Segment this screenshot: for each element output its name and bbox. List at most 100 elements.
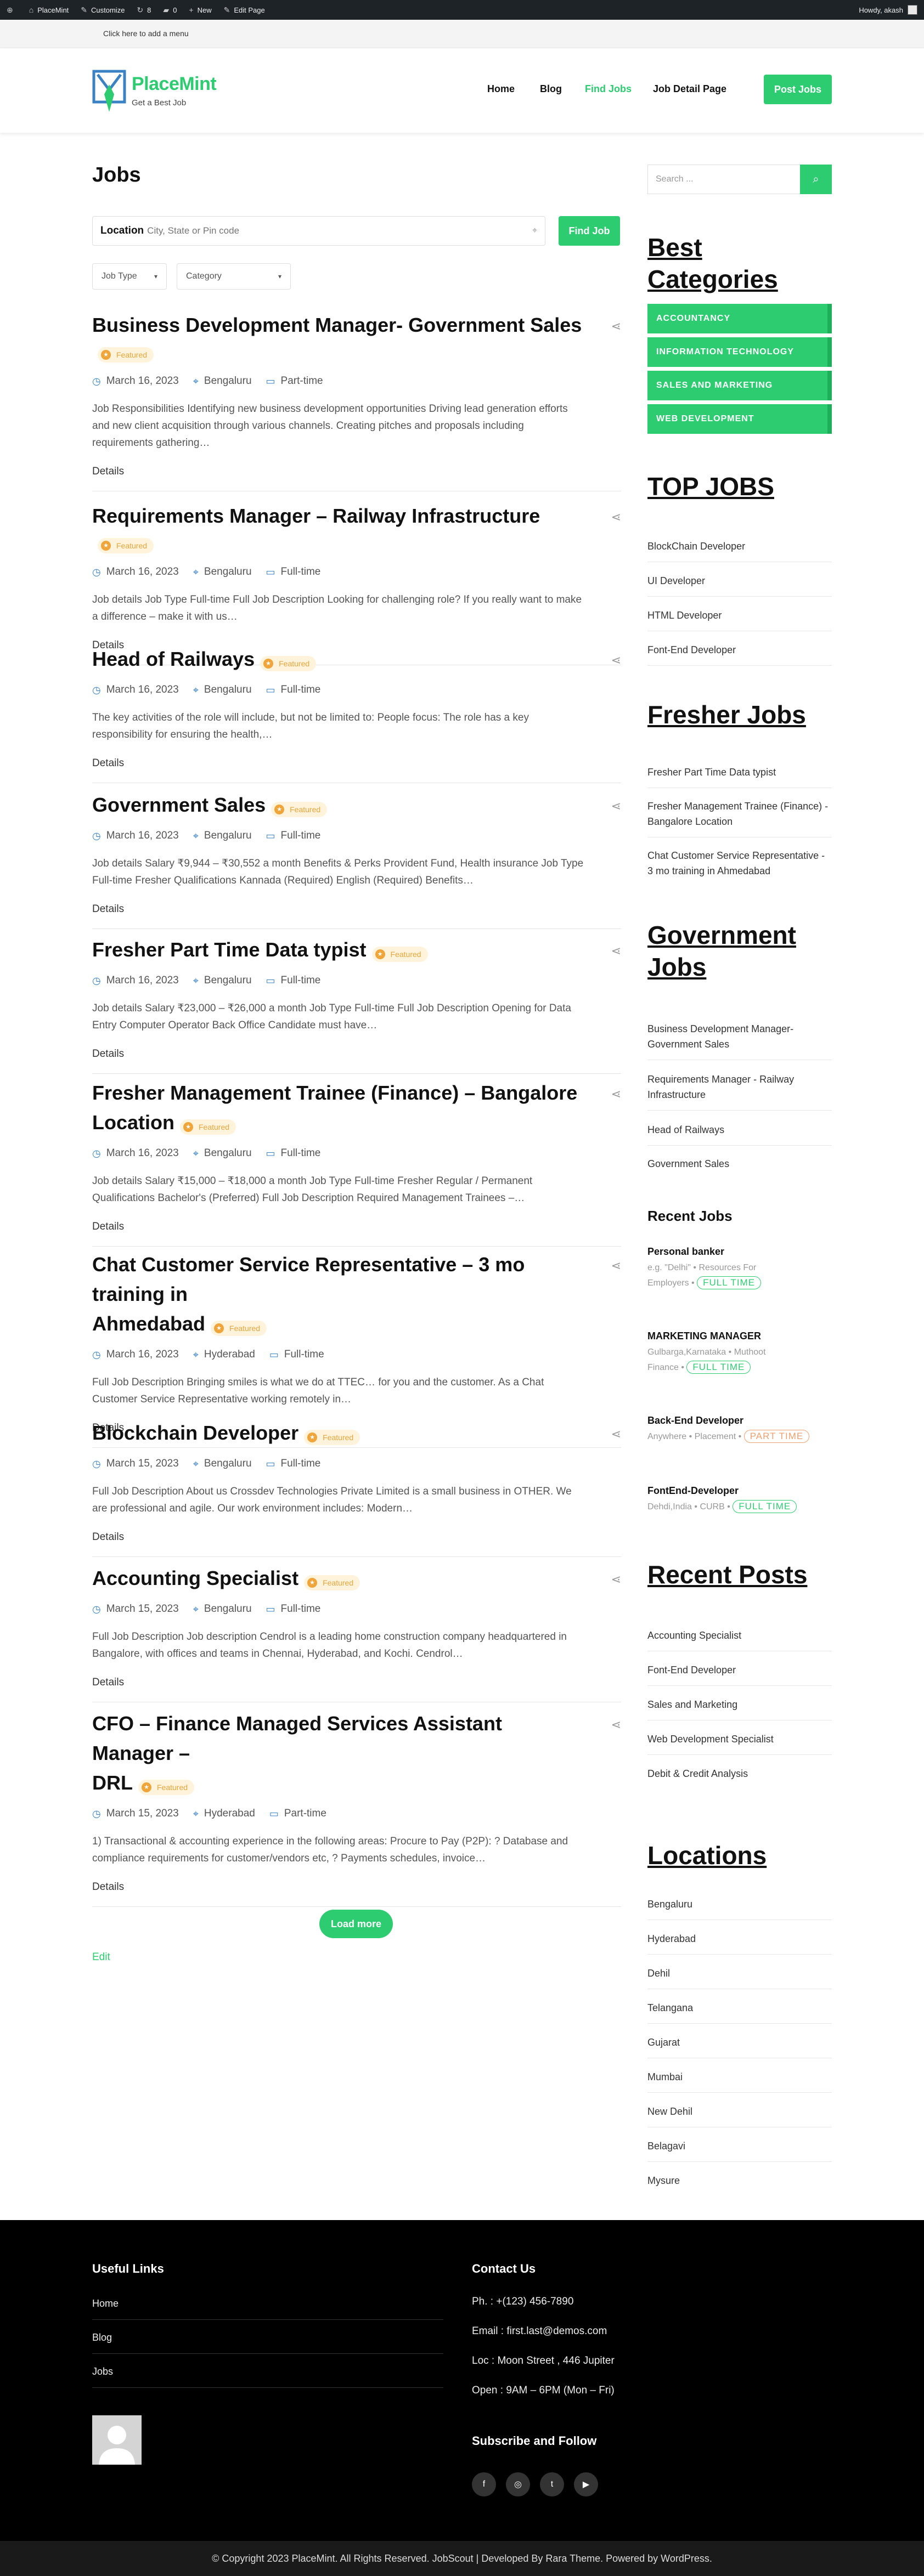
location-link[interactable]: Gujarat (647, 2035, 832, 2050)
share-icon[interactable]: ⋖ (611, 1718, 621, 1732)
fresher-job-link[interactable]: Chat Customer Service Representative -3 … (647, 848, 832, 879)
share-icon[interactable]: ⋖ (611, 1087, 621, 1101)
admin-comments-link[interactable]: ▰ 0 (163, 5, 177, 15)
top-job-link[interactable]: Font-End Developer (647, 642, 832, 658)
fresher-job-link[interactable]: Fresher Management Trainee (Finance) - Ba… (647, 799, 832, 829)
fresher-job-link[interactable]: Fresher Part Time Data typist (647, 765, 832, 780)
top-job-link[interactable]: BlockChain Developer (647, 539, 832, 554)
recent-post-link[interactable]: Accounting Specialist (647, 1628, 832, 1643)
share-icon[interactable]: ⋖ (611, 944, 621, 958)
job-title[interactable]: Blockchain Developer (92, 1422, 298, 1444)
footer-link-blog[interactable]: Blog (92, 2332, 443, 2354)
job-details-link[interactable]: Details (92, 1881, 621, 1893)
featured-badge: ★ Featured (180, 1119, 236, 1135)
location-link[interactable]: Mumbai (647, 2069, 832, 2085)
post-jobs-button[interactable]: Post Jobs (764, 75, 832, 104)
location-link[interactable]: Bengaluru (647, 1896, 832, 1912)
job-title-line[interactable]: Ahmedabad (92, 1312, 205, 1335)
category-item[interactable]: INFORMATION TECHNOLOGY (647, 337, 832, 367)
share-icon[interactable]: ⋖ (611, 319, 621, 333)
category-item[interactable]: SALES AND MARKETING (647, 371, 832, 400)
recent-job-title[interactable]: MARKETING MANAGER (647, 1331, 761, 1342)
nav-blog[interactable]: Blog (540, 83, 562, 95)
job-title-line[interactable]: Location (92, 1111, 174, 1134)
job-date: March 15, 2023 (106, 1603, 179, 1615)
location-link[interactable]: Belagavi (647, 2138, 832, 2154)
job-type-select[interactable]: Job Type ▾ (92, 263, 167, 290)
job-details-link[interactable]: Details (92, 1221, 621, 1233)
location-link[interactable]: Mysure (647, 2173, 832, 2188)
share-icon[interactable]: ⋖ (611, 1572, 621, 1587)
job-title[interactable]: Head of Railways (92, 648, 255, 670)
top-job-link[interactable]: HTML Developer (647, 608, 832, 623)
job-title-line[interactable]: Fresher Management Trainee (Finance) – B… (92, 1082, 577, 1104)
admin-new-link[interactable]: + New (189, 5, 211, 14)
share-icon[interactable]: ⋖ (611, 510, 621, 524)
footer-link-jobs[interactable]: Jobs (92, 2366, 443, 2388)
job-title[interactable]: Accounting Specialist (92, 1567, 298, 1589)
nav-home[interactable]: Home (487, 83, 515, 95)
star-icon: ★ (101, 540, 111, 551)
recent-post-link[interactable]: Sales and Marketing (647, 1697, 832, 1712)
twitter-icon[interactable]: t (540, 2472, 564, 2496)
job-title[interactable]: Business Development Manager- Government… (92, 314, 582, 336)
location-link[interactable]: Hyderabad (647, 1931, 832, 1946)
admin-account[interactable]: Howdy, akash (859, 5, 917, 15)
job-title[interactable]: Fresher Part Time Data typist (92, 938, 367, 961)
contact-title: Contact Us (472, 2262, 536, 2275)
government-job-link[interactable]: Business Development Manager- Government … (647, 1021, 832, 1052)
youtube-icon[interactable]: ▶ (574, 2472, 598, 2496)
calendar-icon: ◷ (92, 566, 101, 578)
category-select[interactable]: Category ▾ (177, 263, 291, 290)
admin-edit-page-link[interactable]: ✎ Edit Page (224, 5, 265, 15)
recent-job-title[interactable]: Personal banker (647, 1246, 724, 1258)
job-details-link[interactable]: Details (92, 1677, 621, 1689)
location-link[interactable]: New Dehil (647, 2104, 832, 2119)
category-item[interactable]: WEB DEVELOPMENT (647, 404, 832, 434)
job-title[interactable]: Government Sales (92, 794, 266, 816)
job-title-line[interactable]: DRL (92, 1771, 133, 1794)
recent-post-link[interactable]: Web Development Specialist (647, 1731, 832, 1747)
load-more-button[interactable]: Load more (319, 1910, 393, 1938)
government-job-link[interactable]: Government Sales (647, 1156, 832, 1171)
admin-customize-link[interactable]: ✎ Customize (81, 5, 125, 15)
nav-find-jobs[interactable]: Find Jobs (585, 83, 632, 95)
job-details-link[interactable]: Details (92, 903, 621, 915)
map-pin-icon: ⌖ (193, 1458, 199, 1469)
job-title-line[interactable]: CFO – Finance Managed Services Assistant… (92, 1712, 502, 1764)
top-job-link[interactable]: UI Developer (647, 573, 832, 588)
wordpress-logo-icon[interactable]: ⊕ (7, 5, 17, 15)
job-title-line[interactable]: Chat Customer Service Representative – 3… (92, 1253, 525, 1305)
job-details-link[interactable]: Details (92, 757, 621, 769)
recent-post-link[interactable]: Font-End Developer (647, 1662, 832, 1678)
admin-updates-link[interactable]: ↻ 8 (137, 5, 151, 15)
share-icon[interactable]: ⋖ (611, 799, 621, 813)
job-details-link[interactable]: Details (92, 1531, 621, 1543)
facebook-icon[interactable]: f (472, 2472, 496, 2496)
admin-site-link[interactable]: ⌂ PlaceMint (29, 5, 69, 14)
search-input[interactable]: Search ... (647, 165, 800, 194)
recent-job-title[interactable]: FontEnd-Developer (647, 1485, 739, 1497)
job-details-link[interactable]: Details (92, 466, 621, 478)
category-item[interactable]: ACCOUNTANCY (647, 304, 832, 333)
location-link[interactable]: Telangana (647, 2000, 832, 2015)
location-input[interactable] (144, 225, 532, 236)
menu-hint-bar[interactable]: Click here to add a menu (0, 20, 924, 48)
government-job-link[interactable]: Requirements Manager - Railway Infrastruc… (647, 1072, 832, 1102)
nav-job-detail-page[interactable]: Job Detail Page (653, 83, 726, 95)
job-title[interactable]: Requirements Manager – Railway Infrastru… (92, 505, 540, 527)
edit-link[interactable]: Edit (92, 1951, 110, 1963)
job-details-link[interactable]: Details (92, 1048, 621, 1060)
location-link[interactable]: Dehil (647, 1966, 832, 1981)
find-job-button[interactable]: Find Job (559, 216, 620, 246)
government-job-link[interactable]: Head of Railways (647, 1122, 832, 1137)
share-icon[interactable]: ⋖ (611, 653, 621, 667)
recent-job-title[interactable]: Back-End Developer (647, 1415, 743, 1426)
instagram-icon[interactable]: ◎ (506, 2472, 530, 2496)
search-button[interactable]: ⌕ (800, 165, 832, 194)
footer-link-home[interactable]: Home (92, 2298, 443, 2320)
share-icon[interactable]: ⋖ (611, 1427, 621, 1441)
share-icon[interactable]: ⋖ (611, 1259, 621, 1273)
star-icon: ★ (375, 949, 385, 959)
recent-post-link[interactable]: Debit & Credit Analysis (647, 1766, 832, 1781)
